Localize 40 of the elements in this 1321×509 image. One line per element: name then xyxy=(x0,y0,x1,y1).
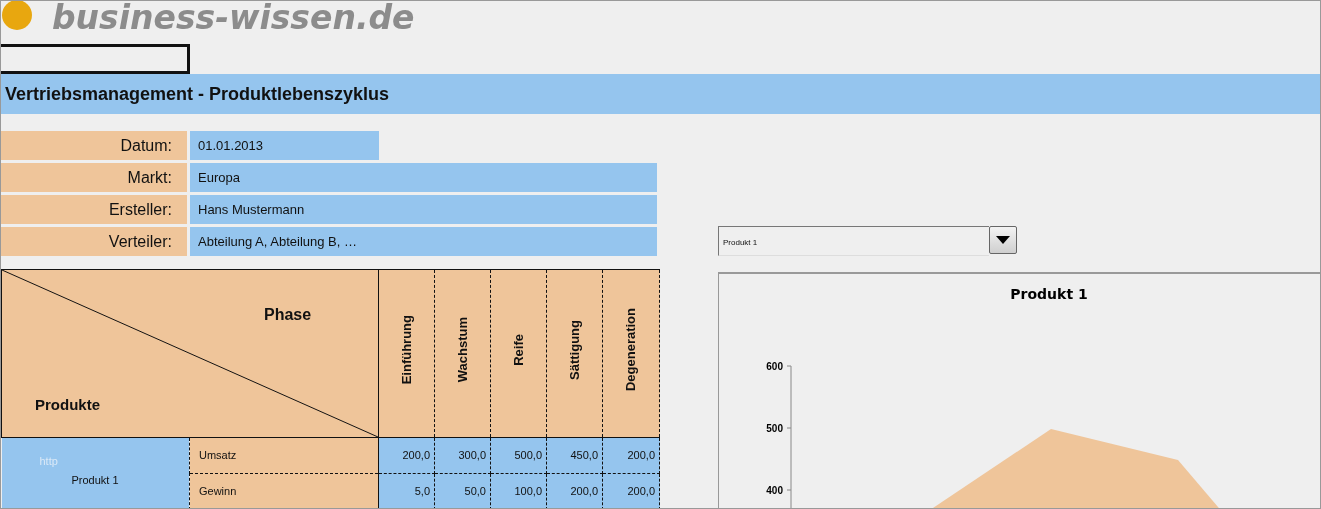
value-cell: 200,0 xyxy=(546,473,603,508)
value-cell: 50,0 xyxy=(434,473,491,508)
phase-header: Degeneration xyxy=(622,308,640,392)
metric-label: Umsatz xyxy=(189,437,379,474)
value-cell: 500,0 xyxy=(490,437,547,474)
value-cell: 450,0 xyxy=(546,437,603,474)
value-cell: 200,0 xyxy=(602,473,660,508)
value-cell: 200,0 xyxy=(378,437,435,474)
field-value[interactable]: Abteilung A, Abteilung B, … xyxy=(190,227,657,256)
field-label: Datum: xyxy=(1,131,187,160)
phase-header: Einführung xyxy=(397,315,415,385)
field-value[interactable]: 01.01.2013 xyxy=(190,131,379,160)
field-label: Ersteller: xyxy=(1,195,187,224)
field-value[interactable]: Europa xyxy=(190,163,657,192)
dropdown-button[interactable] xyxy=(989,226,1017,254)
note-text: http xyxy=(39,454,58,469)
row-header: Produkte xyxy=(35,395,100,415)
value-cell: 100,0 xyxy=(490,473,547,508)
y-tick-label: 600 xyxy=(766,361,783,372)
y-tick-label: 500 xyxy=(766,423,783,434)
logo-text: business-wissen.de xyxy=(52,1,415,36)
value-cell: 200,0 xyxy=(602,437,660,474)
caret-icon xyxy=(996,236,1010,244)
value-cell: 5,0 xyxy=(378,473,435,508)
chart-title: Produkt 1 xyxy=(1010,286,1088,302)
phase-header: Wachstum xyxy=(453,317,471,383)
logo-dot-icon xyxy=(2,1,32,30)
sheet-title: Vertriebsmanagement - Produktlebenszyklus xyxy=(1,74,1320,114)
field-label: Markt: xyxy=(1,163,187,192)
product-name: Produkt 1 xyxy=(71,472,119,488)
value-cell: 300,0 xyxy=(434,437,491,474)
product-select-field[interactable]: Produkt 1 xyxy=(718,226,989,256)
y-tick-label: 400 xyxy=(766,485,783,496)
field-label: Verteiler: xyxy=(1,227,187,256)
field-value[interactable]: Hans Mustermann xyxy=(190,195,657,224)
cell-selection-box[interactable] xyxy=(1,44,190,74)
column-header: Phase xyxy=(264,305,312,325)
phase-header: Sättigung xyxy=(565,320,583,380)
metric-label: Gewinn xyxy=(189,473,379,508)
phase-header: Reife xyxy=(509,334,527,366)
